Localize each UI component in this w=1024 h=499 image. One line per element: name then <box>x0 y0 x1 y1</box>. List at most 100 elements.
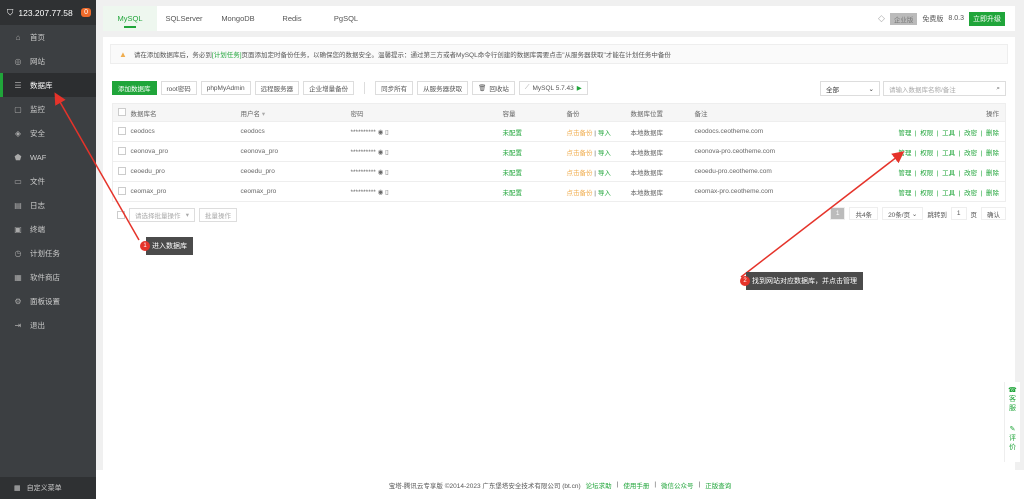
eye-icon[interactable]: ◉ <box>378 189 384 196</box>
select-all-bottom-checkbox[interactable] <box>117 211 125 219</box>
tab-mongodb[interactable]: MongoDB <box>211 6 265 31</box>
copy-icon[interactable]: ▯ <box>385 149 389 156</box>
row-checkbox[interactable] <box>118 166 126 175</box>
add-database-button[interactable]: 添加数据库 <box>112 81 157 95</box>
sidebar-item-7[interactable]: ▤ 日志 <box>0 193 96 217</box>
fetch-from-server-button[interactable]: 从服务器获取 <box>417 81 469 95</box>
backup-link[interactable]: 点击备份 <box>567 150 593 157</box>
select-all-checkbox[interactable] <box>118 107 126 116</box>
backup-link[interactable]: 点击备份 <box>567 190 593 197</box>
incremental-backup-button[interactable]: 企业增量备份 <box>303 81 355 95</box>
batch-action-button[interactable]: 批量操作 <box>199 208 237 222</box>
db-note[interactable]: ceoedu-pro.ceotheme.com <box>694 161 855 182</box>
backup-link[interactable]: 点击备份 <box>567 170 593 177</box>
search-input[interactable]: 请输入数据库名称/备注 ⌕ <box>883 81 1006 96</box>
action-2[interactable]: 工具 <box>942 190 955 197</box>
db-name[interactable]: ceomax_pro <box>130 181 241 202</box>
eye-icon[interactable]: ◉ <box>378 129 384 136</box>
action-3[interactable]: 改密 <box>964 150 977 157</box>
action-2[interactable]: 工具 <box>942 150 955 157</box>
page-size-select[interactable]: 20条/页 ⌄ <box>882 207 924 220</box>
tab-redis[interactable]: Redis <box>265 6 319 31</box>
recycle-bin-button[interactable]: 🗑 回收站 <box>472 81 515 95</box>
db-name[interactable]: ceodocs <box>130 121 241 142</box>
cron-link[interactable]: [计划任务] <box>212 52 242 59</box>
mysql-version-button[interactable]: ⟋ MySQL 5.7.43 ▶ <box>518 81 588 95</box>
goto-confirm-button[interactable]: 确认 <box>981 207 1006 220</box>
sidebar-item-8[interactable]: ▣ 终端 <box>0 217 96 241</box>
sync-all-button[interactable]: 同步所有 <box>375 81 414 95</box>
import-link[interactable]: 导入 <box>598 150 611 157</box>
remote-server-button[interactable]: 远程服务器 <box>254 81 300 95</box>
sidebar-item-4[interactable]: ◈ 安全 <box>0 121 96 145</box>
batch-select[interactable]: 请选择批量操作 ▾ <box>129 208 195 222</box>
action-3[interactable]: 改密 <box>964 190 977 197</box>
customer-service-button[interactable]: ☎ 客服 <box>1005 386 1020 413</box>
tab-pgsql[interactable]: PgSQL <box>319 6 373 31</box>
tab-mysql[interactable]: MySQL <box>103 6 157 31</box>
row-checkbox[interactable] <box>118 186 126 195</box>
footer-link-wechat[interactable]: 微信公众号 <box>661 480 694 490</box>
action-2[interactable]: 工具 <box>942 130 955 137</box>
footer-link-manual[interactable]: 使用手册 <box>623 480 649 490</box>
backup-link[interactable]: 点击备份 <box>567 130 593 137</box>
action-1[interactable]: 权限 <box>920 190 933 197</box>
search-icon[interactable]: ⌕ <box>996 85 1000 93</box>
sidebar-item-3[interactable]: ▢ 监控 <box>0 97 96 121</box>
footer-link-forum[interactable]: 论坛求助 <box>586 480 612 490</box>
db-name[interactable]: ceonova_pro <box>130 141 241 162</box>
action-4[interactable]: 删除 <box>986 130 999 137</box>
row-checkbox[interactable] <box>118 126 126 135</box>
root-password-button[interactable]: root密码 <box>160 81 197 95</box>
eye-icon[interactable]: ◉ <box>378 149 384 156</box>
capacity-status[interactable]: 未配置 <box>502 141 567 162</box>
sidebar-item-10[interactable]: ▦ 软件商店 <box>0 265 96 289</box>
sidebar-item-1[interactable]: ◎ 网站 <box>0 49 96 73</box>
tab-sqlserver[interactable]: SQLServer <box>157 6 211 31</box>
eye-icon[interactable]: ◉ <box>378 169 384 176</box>
filter-select[interactable]: 全部 ⌄ <box>820 81 880 96</box>
custom-menu-button[interactable]: ▦ 自定义菜单 <box>0 477 96 499</box>
page-1[interactable]: 1 <box>829 207 846 220</box>
upgrade-button[interactable]: 立即升级 <box>969 11 1005 26</box>
capacity-status[interactable]: 未配置 <box>502 181 567 202</box>
action-1[interactable]: 权限 <box>920 150 933 157</box>
action-0[interactable]: 管理 <box>898 150 911 157</box>
import-link[interactable]: 导入 <box>598 170 611 177</box>
capacity-status[interactable]: 未配置 <box>502 161 567 182</box>
action-0[interactable]: 管理 <box>898 190 911 197</box>
goto-page-input[interactable]: 1 <box>950 207 967 220</box>
copy-icon[interactable]: ▯ <box>385 189 389 196</box>
col-user[interactable]: 用户名 ▾ <box>240 103 351 122</box>
copy-icon[interactable]: ▯ <box>385 169 389 176</box>
phpmyadmin-button[interactable]: phpMyAdmin <box>200 81 251 95</box>
action-0[interactable]: 管理 <box>898 170 911 177</box>
db-note[interactable]: ceodocs.ceotheme.com <box>694 121 855 142</box>
capacity-status[interactable]: 未配置 <box>502 121 567 142</box>
sidebar-item-11[interactable]: ⚙ 面板设置 <box>0 289 96 313</box>
sidebar-item-9[interactable]: ◷ 计划任务 <box>0 241 96 265</box>
footer-link-verify[interactable]: 正版查询 <box>705 480 731 490</box>
db-note[interactable]: ceomax-pro.ceotheme.com <box>694 181 855 202</box>
action-0[interactable]: 管理 <box>898 130 911 137</box>
action-4[interactable]: 删除 <box>986 170 999 177</box>
action-1[interactable]: 权限 <box>920 170 933 177</box>
sidebar-item-6[interactable]: ▭ 文件 <box>0 169 96 193</box>
sidebar-item-5[interactable]: ⬟ WAF <box>0 145 96 169</box>
action-4[interactable]: 删除 <box>986 190 999 197</box>
import-link[interactable]: 导入 <box>598 190 611 197</box>
copy-icon[interactable]: ▯ <box>385 129 389 136</box>
review-button[interactable]: ✎ 评价 <box>1005 425 1020 452</box>
action-4[interactable]: 删除 <box>986 150 999 157</box>
sidebar-item-2[interactable]: ☰ 数据库 <box>0 73 96 97</box>
row-checkbox[interactable] <box>118 146 126 155</box>
action-1[interactable]: 权限 <box>920 130 933 137</box>
sidebar-item-0[interactable]: ⌂ 首页 <box>0 25 96 49</box>
import-link[interactable]: 导入 <box>598 130 611 137</box>
notification-badge[interactable]: 0 <box>81 8 91 17</box>
action-2[interactable]: 工具 <box>942 170 955 177</box>
db-note[interactable]: ceonova-pro.ceotheme.com <box>694 141 855 162</box>
action-3[interactable]: 改密 <box>964 170 977 177</box>
sidebar-item-12[interactable]: ⇥ 退出 <box>0 313 96 337</box>
action-3[interactable]: 改密 <box>964 130 977 137</box>
